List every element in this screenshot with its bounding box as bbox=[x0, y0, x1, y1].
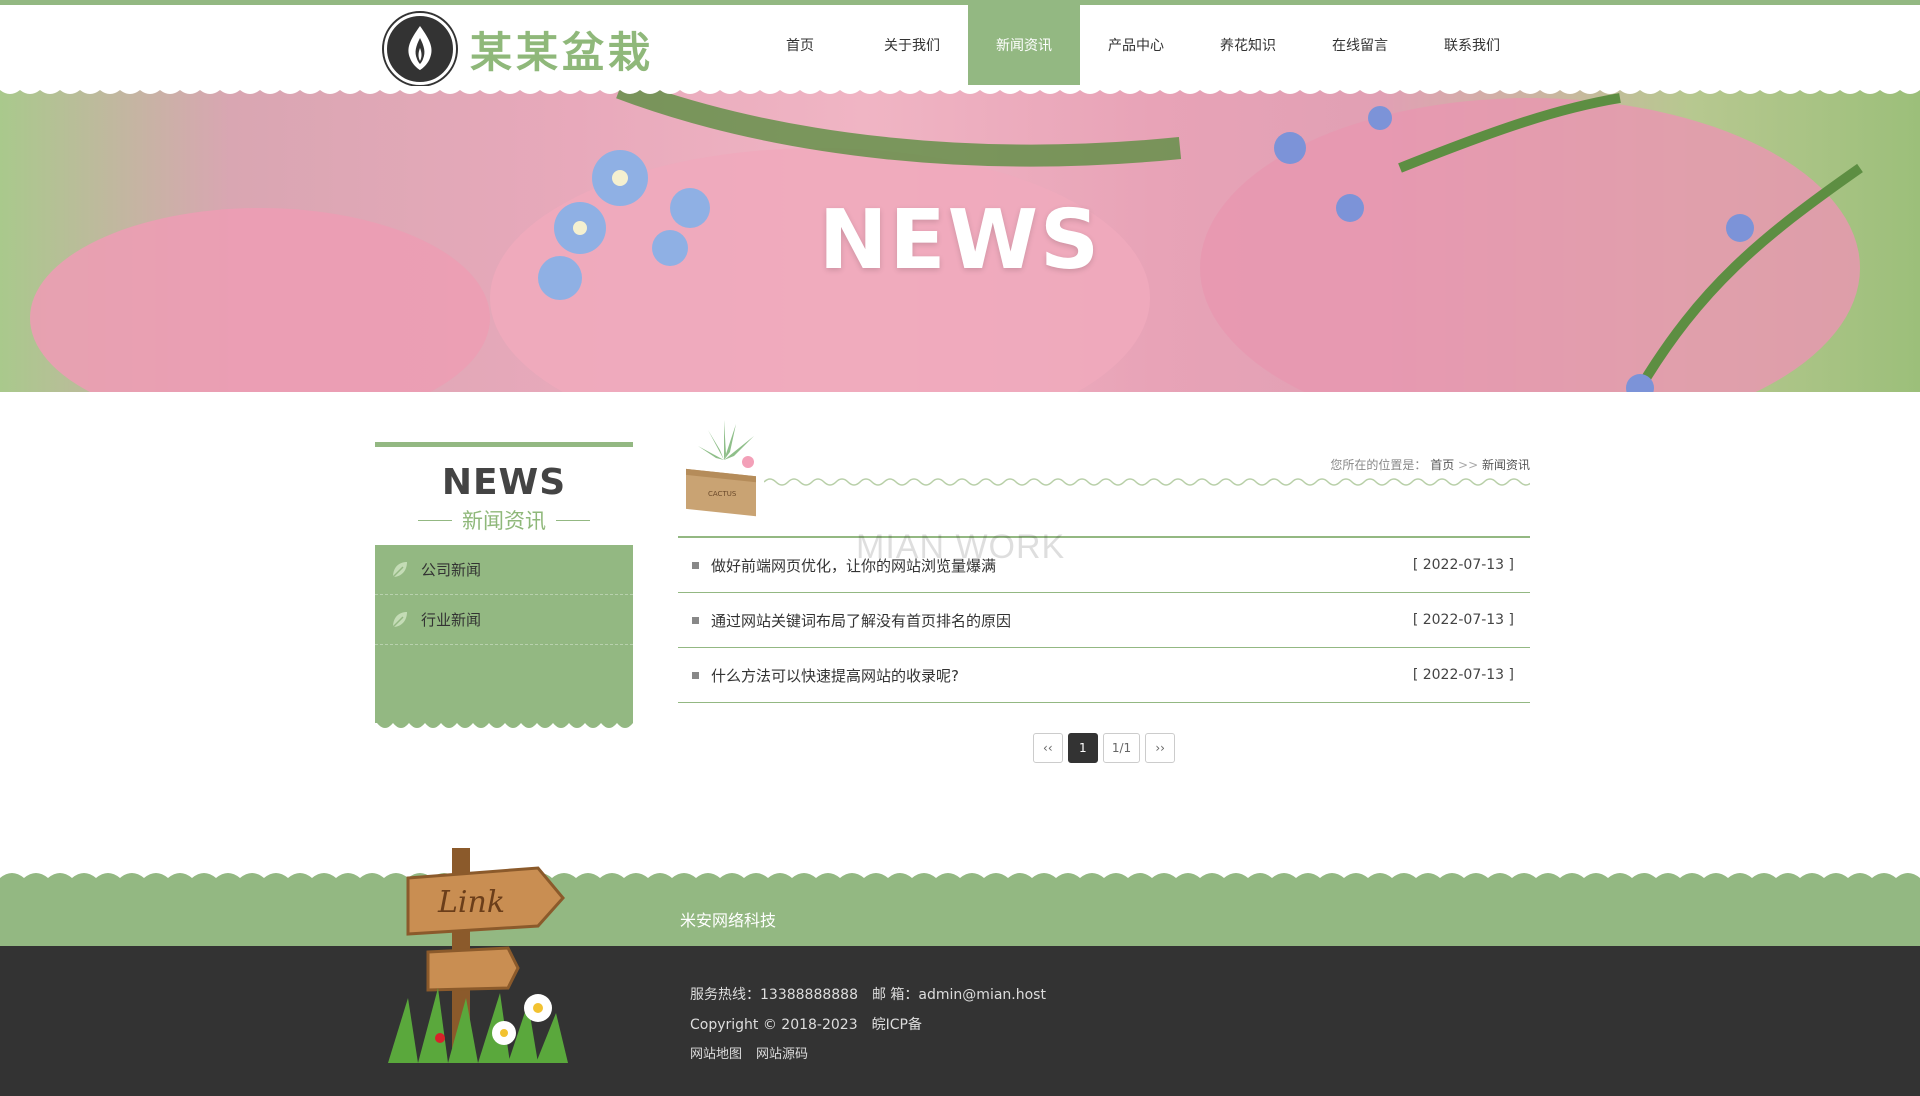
footer-source-link[interactable]: 网站源码 bbox=[756, 1040, 808, 1070]
breadcrumb: 您所在的位置是： 首页 >> 新闻资讯 bbox=[1330, 456, 1530, 473]
leaf-icon bbox=[392, 561, 407, 578]
nav-message[interactable]: 在线留言 bbox=[1304, 5, 1416, 85]
footer-sitemap-link[interactable]: 网站地图 bbox=[690, 1040, 742, 1070]
breadcrumb-current: 新闻资讯 bbox=[1481, 458, 1530, 472]
nav-flower-knowledge[interactable]: 养花知识 bbox=[1192, 5, 1304, 85]
footer-icp-link[interactable]: 皖ICP备 bbox=[872, 1010, 922, 1040]
site-logo[interactable]: 某某盆栽 bbox=[384, 13, 654, 85]
succulent-pot-image: CACTUS bbox=[686, 420, 756, 517]
nav-news[interactable]: 新闻资讯 bbox=[968, 5, 1080, 85]
news-title[interactable]: 什么方法可以快速提高网站的收录呢? bbox=[711, 665, 959, 686]
sidebar-item-label: 行业新闻 bbox=[421, 611, 482, 629]
news-item[interactable]: 通过网站关键词布局了解没有首页排名的原因 [ 2022-07-13 ] bbox=[678, 593, 1530, 648]
watermark-text: MIAN WORK bbox=[856, 528, 1066, 566]
breadcrumb-prefix: 您所在的位置是： bbox=[1330, 458, 1427, 472]
flame-logo-icon bbox=[384, 13, 456, 85]
sidebar-title-cn: 新闻资讯 bbox=[462, 509, 546, 533]
wavy-divider bbox=[764, 478, 1530, 486]
news-date: [ 2022-07-13 ] bbox=[1412, 667, 1514, 683]
sidebar-header: NEWS 新闻资讯 bbox=[375, 447, 633, 545]
footer-links-bar bbox=[0, 882, 1920, 946]
sidebar-item-industry-news[interactable]: 行业新闻 bbox=[375, 595, 633, 645]
main-nav: 首页 关于我们 新闻资讯 产品中心 养花知识 在线留言 联系我们 bbox=[744, 5, 1528, 85]
news-title[interactable]: 通过网站关键词布局了解没有首页排名的原因 bbox=[711, 610, 1011, 631]
sidebar-item-label: 公司新闻 bbox=[421, 561, 482, 579]
header-scallop-edge bbox=[0, 86, 1920, 94]
news-date: [ 2022-07-13 ] bbox=[1412, 612, 1514, 628]
footer-copyright: Copyright © 2018-2023 bbox=[690, 1017, 858, 1033]
breadcrumb-separator: >> bbox=[1458, 458, 1479, 472]
breadcrumb-home-link[interactable]: 首页 bbox=[1430, 458, 1454, 472]
news-sidebar: NEWS 新闻资讯 公司新闻 行业新闻 bbox=[375, 442, 633, 728]
divider-line bbox=[418, 519, 452, 521]
news-item[interactable]: 什么方法可以快速提高网站的收录呢? [ 2022-07-13 ] bbox=[678, 648, 1530, 703]
news-item[interactable]: 做好前端网页优化，让你的网站浏览量爆满 [ 2022-07-13 ] bbox=[678, 538, 1530, 593]
bullet-icon bbox=[692, 671, 699, 679]
sidebar-category-list: 公司新闻 行业新闻 bbox=[375, 545, 633, 728]
pagination: ‹‹ 1 1/1 ›› bbox=[678, 733, 1530, 763]
news-list: 做好前端网页优化，让你的网站浏览量爆满 [ 2022-07-13 ] 通过网站关… bbox=[678, 536, 1530, 703]
page-info: 1/1 bbox=[1102, 733, 1141, 763]
divider-line bbox=[556, 519, 590, 521]
page-1-button[interactable]: 1 bbox=[1067, 733, 1098, 763]
prev-page-button[interactable]: ‹‹ bbox=[1032, 733, 1063, 763]
news-banner: NEWS bbox=[0, 88, 1920, 392]
nav-home[interactable]: 首页 bbox=[744, 5, 856, 85]
footer-friend-link[interactable]: 米安网络科技 bbox=[680, 907, 776, 931]
footer-email: 邮 箱：admin@mian.host bbox=[871, 987, 1046, 1003]
leaf-icon bbox=[392, 611, 407, 628]
sidebar-title-en: NEWS bbox=[441, 462, 567, 503]
signpost-link-text: Link bbox=[437, 885, 505, 920]
news-main: CACTUS 您所在的位置是： 首页 >> 新闻资讯 MIAN WORK 做好前… bbox=[678, 410, 1530, 763]
banner-title: NEWS bbox=[818, 193, 1102, 288]
bullet-icon bbox=[692, 561, 699, 569]
sidebar-item-company-news[interactable]: 公司新闻 bbox=[375, 545, 633, 595]
sidebar-scallop-bottom bbox=[375, 721, 633, 728]
nav-products[interactable]: 产品中心 bbox=[1080, 5, 1192, 85]
nav-about[interactable]: 关于我们 bbox=[856, 5, 968, 85]
next-page-button[interactable]: ›› bbox=[1145, 733, 1176, 763]
svg-text:CACTUS: CACTUS bbox=[708, 490, 737, 498]
news-date: [ 2022-07-13 ] bbox=[1412, 557, 1514, 573]
bullet-icon bbox=[692, 616, 699, 624]
link-signpost-image: Link bbox=[388, 848, 568, 1063]
footer-hotline: 服务热线：13388888888 bbox=[690, 987, 858, 1003]
footer-info: 服务热线：13388888888 邮 箱：admin@mian.host Cop… bbox=[690, 980, 1046, 1070]
logo-text: 某某盆栽 bbox=[470, 27, 655, 77]
main-title-bar: CACTUS 您所在的位置是： 首页 >> 新闻资讯 bbox=[678, 410, 1530, 536]
nav-contact[interactable]: 联系我们 bbox=[1416, 5, 1528, 85]
